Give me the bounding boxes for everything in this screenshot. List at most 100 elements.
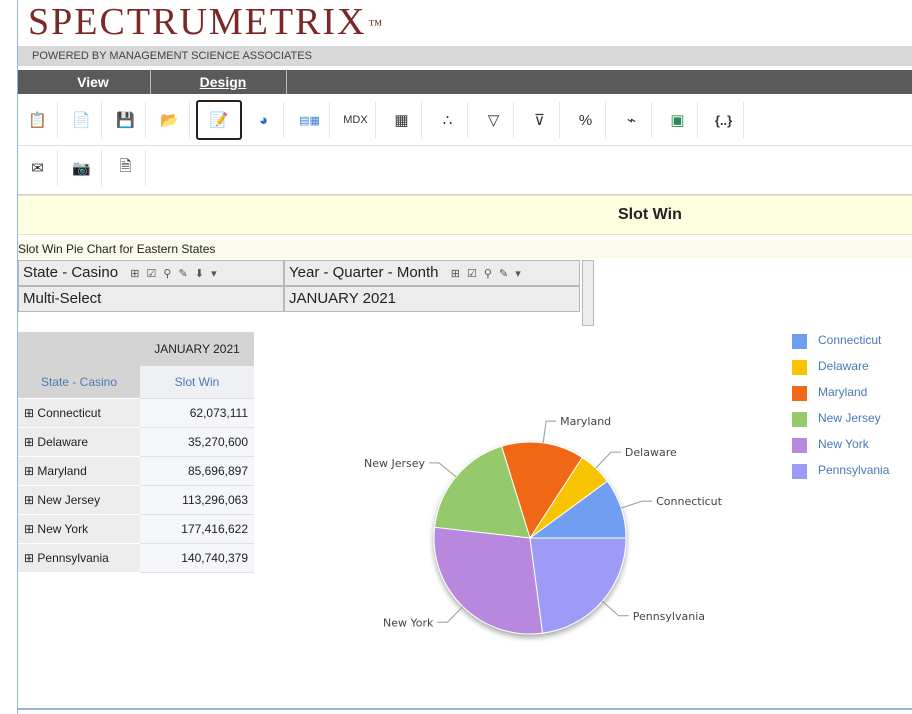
legend-item[interactable]: Delaware [792,358,912,375]
filter-icon[interactable]: ▽ [474,102,514,138]
calculator-icon[interactable]: ▣ [658,102,698,138]
pie-label: Delaware [625,446,677,459]
pie-label: New York [383,616,434,629]
expand-icon[interactable]: ⊞ [24,435,34,449]
pie-label: Connecticut [656,495,723,508]
row-label[interactable]: ⊞ Delaware [18,427,140,457]
calculated-member-icon[interactable]: ∴ [428,102,468,138]
top-n-filter-icon[interactable]: ⊽ [520,102,560,138]
legend-item[interactable]: Maryland [792,384,912,401]
legend-label: New York [818,437,869,451]
export-document-icon[interactable]: 🗎 [106,150,146,186]
copy-report-icon[interactable]: 📄 [62,102,102,138]
period-filter-header[interactable]: Year - Quarter - Month ⊞ ☑ ⚲ ✎ ▾ [284,260,580,286]
pie-label: New Jersey [364,457,426,470]
expand-icon[interactable]: ⊞ [24,406,34,420]
legend-swatch [792,412,807,427]
row-value: 85,696,897 [140,456,254,486]
table-row: ⊞ Maryland 85,696,897 [18,456,254,486]
expand-icon[interactable]: ⊞ [24,493,34,507]
report-title-bar: Slot Win [18,195,912,235]
paste-icon[interactable]: 📋 [18,102,58,138]
period-filter-value[interactable]: JANUARY 2021 [284,286,580,312]
legend-item[interactable]: New York [792,436,912,453]
row-label[interactable]: ⊞ New York [18,514,140,544]
save-icon[interactable]: 💾 [106,102,146,138]
row-value: 113,296,063 [140,485,254,515]
legend-swatch [792,386,807,401]
row-value: 177,416,622 [140,514,254,544]
row-dimension-header[interactable]: State - Casino [18,366,140,399]
pie-label-connector [595,451,621,469]
pie-label-connector [601,600,629,617]
pie-chart-icon[interactable]: ◕ [244,102,284,138]
table-row: ⊞ Connecticut 62,073,111 [18,398,254,428]
pie-chart: Connecticut Delaware Maryland New Jersey New… [364,415,723,635]
state-filter-label: State - Casino [23,264,119,281]
expand-icon[interactable]: ⊞ [24,464,34,478]
envelope-icon[interactable]: ✉ [18,150,58,186]
table-view-icon[interactable]: ▤▦ [290,102,330,138]
menu-design[interactable]: Design [168,70,278,94]
expand-icon[interactable]: ⊞ [24,551,34,565]
legend-label: Pennsylvania [818,463,890,477]
percent-icon[interactable]: % [566,102,606,138]
braces-button[interactable]: {..} [704,102,744,138]
table-row: ⊞ New York 177,416,622 [18,514,254,544]
measure-header[interactable]: Slot Win [140,366,254,399]
pie-label-connector [542,420,557,443]
row-label[interactable]: ⊞ Pennsylvania [18,543,140,573]
legend-label: Connecticut [818,333,882,347]
period-filter-label: Year - Quarter - Month [289,264,439,281]
toolbar-divider [18,145,912,146]
menu-separator [286,70,287,94]
legend-label: New Jersey [818,411,881,425]
pie-slice-new-york[interactable] [433,526,544,635]
legend-item[interactable]: New Jersey [792,410,912,427]
legend-label: Maryland [818,385,868,399]
legend-swatch [792,438,807,453]
grid-insert-icon[interactable]: ▦ [382,102,422,138]
legend-swatch [792,360,807,375]
row-label[interactable]: ⊞ Maryland [18,456,140,486]
legend-label: Delaware [818,359,869,373]
pie-label-connector [437,606,464,623]
report-title: Slot Win [618,206,682,223]
app-header: SPECTRUMETRIX ™ POWERED BY MANAGEMENT SCI… [18,0,912,68]
state-filter-value[interactable]: Multi-Select [18,286,284,312]
legend-item[interactable]: Connecticut [792,332,912,349]
state-filter-header[interactable]: State - Casino ⊞ ☑ ⚲ ✎ ⬇ ▾ [18,260,284,286]
open-folder-icon[interactable]: 📂 [150,102,190,138]
legend-swatch [792,464,807,479]
bottom-border [18,708,912,710]
pie-label-connector [621,500,653,509]
period-column-header: JANUARY 2021 [140,332,254,366]
data-grid: JANUARY 2021 State - Casino Slot Win ⊞ C… [18,332,254,573]
table-row: ⊞ New Jersey 113,296,063 [18,485,254,515]
app-subtitle: POWERED BY MANAGEMENT SCIENCE ASSOCIATES [18,46,912,66]
edit-icon[interactable]: 📝 [196,100,242,140]
pie-label: Maryland [560,415,611,428]
row-value: 62,073,111 [140,398,254,428]
trend-line-icon[interactable]: ⌁ [612,102,652,138]
filter-tools-icon[interactable]: ⊞ ☑ ⚲ ✎ ⬇ ▾ [130,268,218,280]
pie-label-connector [429,462,457,478]
menu-separator [150,70,151,94]
row-label[interactable]: ⊞ New Jersey [18,485,140,515]
legend-item[interactable]: Pennsylvania [792,462,912,479]
app-logo: SPECTRUMETRIX ™ [28,1,385,43]
filter-tools-icon[interactable]: ⊞ ☑ ⚲ ✎ ▾ [451,268,523,280]
grid-corner [18,332,140,366]
report-caption: Slot Win Pie Chart for Eastern States [18,240,912,258]
table-row: ⊞ Pennsylvania 140,740,379 [18,543,254,573]
filter-collapse-handle[interactable] [582,260,594,326]
table-row: ⊞ Delaware 35,270,600 [18,427,254,457]
menu-view[interactable]: View [48,70,138,94]
pie-slice-pennsylvania[interactable] [529,537,627,634]
expand-icon[interactable]: ⊞ [24,522,34,536]
camera-icon[interactable]: 📷 [62,150,102,186]
mdx-button[interactable]: MDX [336,102,376,138]
row-value: 140,740,379 [140,543,254,573]
row-label[interactable]: ⊞ Connecticut [18,398,140,428]
menu-bar: View Design [18,70,912,94]
